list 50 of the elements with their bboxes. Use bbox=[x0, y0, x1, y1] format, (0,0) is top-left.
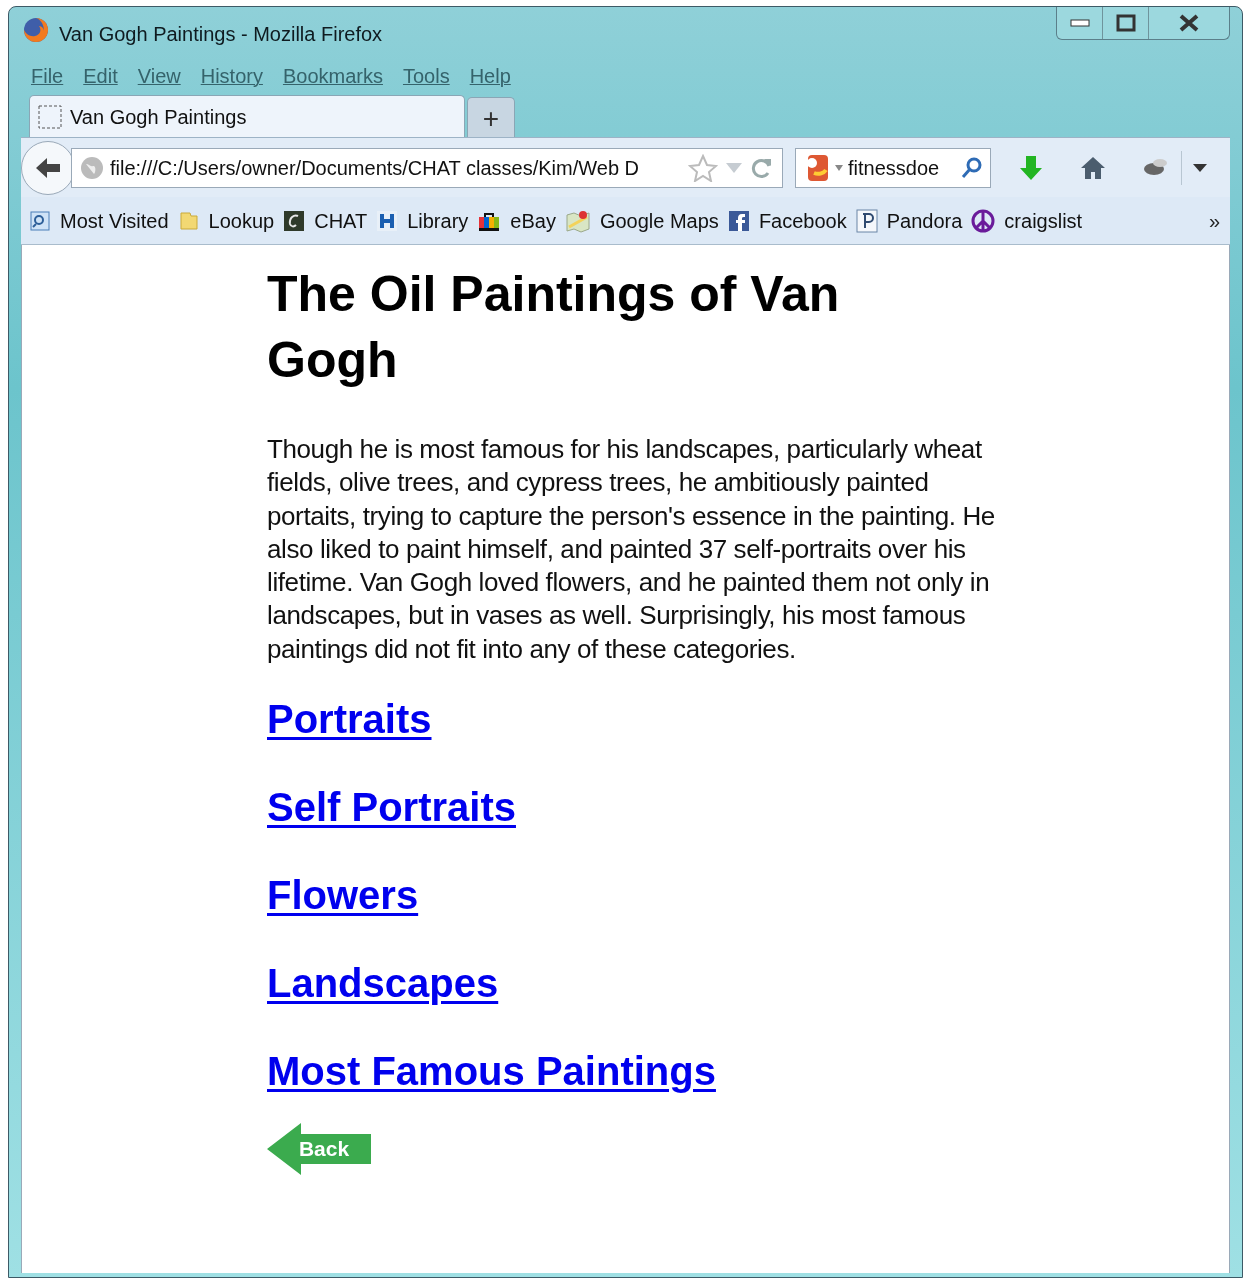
bookmark-item[interactable]: CHAT bbox=[283, 205, 368, 236]
close-icon bbox=[1178, 14, 1200, 32]
firefox-logo-icon bbox=[23, 17, 49, 43]
script-c-icon bbox=[283, 209, 306, 232]
menu-item[interactable]: History bbox=[200, 61, 263, 91]
dropdown-triangle-icon bbox=[724, 160, 744, 175]
category-link[interactable]: Self Portraits bbox=[267, 784, 516, 832]
bookmark-item[interactable]: Library bbox=[376, 205, 469, 236]
letter-tile-icon bbox=[376, 209, 399, 232]
menu-item[interactable]: File bbox=[31, 61, 64, 91]
bookmark-item[interactable]: Lookup bbox=[177, 205, 275, 236]
category-link[interactable]: Portraits bbox=[267, 696, 432, 744]
letter-p-icon bbox=[855, 208, 878, 233]
star-icon bbox=[688, 153, 718, 182]
maximize-icon bbox=[1115, 14, 1136, 32]
page-heading: The Oil Paintings of Van Gogh bbox=[267, 265, 841, 390]
bookmark-item[interactable]: Most Visited bbox=[29, 205, 169, 236]
caret-icon bbox=[1193, 163, 1207, 172]
bookmark-item[interactable]: Google Maps bbox=[564, 205, 719, 236]
bookmark-item[interactable]: eBay bbox=[477, 205, 556, 236]
menu-item[interactable]: View bbox=[137, 61, 181, 91]
menu-item[interactable]: Bookmarks bbox=[282, 61, 383, 91]
intro-paragraph: Though he is most famous for his landscapes, particularly wheat fields, olive trees, and cypress trees, he ambitiously painted portaits, trying to capture the person's essence in the painting. He also liked to paint himself, and painted 37 self-portraits over his lifetime. Van Gogh loved flowers, and he painted them not only in landscapes, but in vases as well. Surprisingly, his most famous paintings did not fit into any of these categories. bbox=[267, 433, 995, 666]
magnifier-page-icon bbox=[29, 209, 51, 232]
home-icon bbox=[1079, 154, 1107, 181]
search-field[interactable]: fitnessdoe bbox=[795, 147, 991, 188]
category-link[interactable]: Most Famous Paintings bbox=[267, 1048, 716, 1096]
browser-tab[interactable]: Van Gogh Paintings bbox=[29, 95, 465, 137]
bookmark-item[interactable]: Pandora bbox=[855, 205, 963, 236]
more-bookmarks-button[interactable]: » bbox=[1208, 205, 1220, 236]
new-tab-button[interactable]: + bbox=[467, 97, 515, 137]
folder-icon bbox=[177, 209, 200, 232]
back-arrow-icon bbox=[34, 155, 62, 180]
caret-icon bbox=[834, 163, 844, 172]
menu-item[interactable]: Help bbox=[469, 61, 511, 91]
menu-item[interactable]: Tools bbox=[402, 61, 450, 91]
menu-item[interactable]: Edit bbox=[83, 61, 118, 91]
search-icon bbox=[960, 155, 984, 180]
category-link[interactable]: Flowers bbox=[267, 872, 419, 920]
address-field[interactable]: file:///C:/Users/owner/Documents/CHAT classes/Kim/Web D bbox=[71, 147, 783, 188]
blank-page-icon bbox=[38, 104, 62, 129]
letter-f-icon bbox=[727, 209, 750, 232]
bookmark-item[interactable]: Facebook bbox=[727, 205, 847, 236]
minimize-icon bbox=[1069, 19, 1090, 27]
peace-sign-icon bbox=[971, 208, 996, 233]
window-title: Van Gogh Paintings - Mozilla Firefox bbox=[59, 22, 383, 47]
map-pin-icon bbox=[564, 208, 591, 233]
category-link[interactable]: Landscapes bbox=[267, 960, 499, 1008]
down-arrow-icon bbox=[1018, 153, 1044, 182]
bookmark-item[interactable]: craigslist bbox=[971, 205, 1083, 236]
